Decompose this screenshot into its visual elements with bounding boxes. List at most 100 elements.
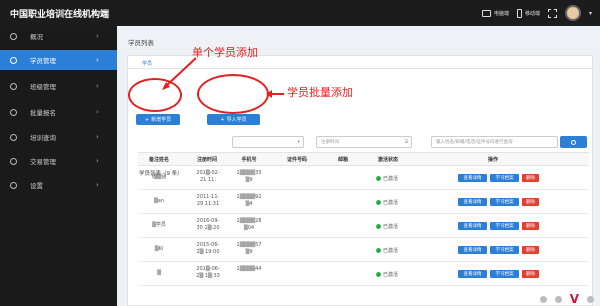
- search-input[interactable]: 输入姓名/邮箱/电话/证件号码进行查询: [431, 136, 558, 148]
- check-circle-icon: [376, 248, 381, 253]
- cell-date-line2: 21 11:: [200, 177, 216, 183]
- view-details-button[interactable]: 查看详情: [458, 222, 487, 230]
- chevron-down-icon[interactable]: ▾: [589, 10, 592, 17]
- trade-icon: [10, 157, 17, 165]
- cell-date-line2: 2▒ 19:00: [196, 249, 220, 255]
- chevron-right-icon: ›: [96, 157, 99, 165]
- delete-button[interactable]: 删除: [522, 198, 539, 206]
- sidebar-item-overview[interactable]: 概况 ›: [0, 26, 117, 46]
- pc-view-label: 电脑端: [493, 10, 509, 17]
- cell-phone-line2: ▒04: [243, 225, 255, 231]
- cell-phone: 1▒▒▒▒28 ▒04: [234, 218, 264, 232]
- study-record-button[interactable]: 学习档案: [490, 198, 519, 206]
- sidebar-item-settings[interactable]: 设置 ›: [0, 175, 117, 195]
- view-details-button[interactable]: 查看详情: [458, 198, 487, 206]
- cell-phone-line1: 1▒▒▒▒33: [236, 170, 262, 176]
- status-badge: 已激活: [376, 223, 398, 230]
- cell-date: 2016-09- 30 1▒:20: [190, 218, 226, 232]
- cell-date: 2015-06- 2▒ 19:00: [190, 242, 226, 256]
- status-badge: 已激活: [376, 271, 398, 278]
- col-actions: 操作: [487, 157, 498, 163]
- check-circle-icon: [376, 224, 381, 229]
- logo: V: [569, 292, 579, 306]
- col-name: 备注姓名: [148, 157, 169, 163]
- study-record-button[interactable]: 学习档案: [490, 174, 519, 182]
- cell-date-line2: 2▒ 1▒:33: [196, 273, 220, 279]
- table-row: ▒ 201▒-06- 2▒ 1▒:33 1▒▒▒▒44 已激活 查看详情 学习档案…: [138, 262, 589, 286]
- cell-date: 2011-11- 29 11:31: [190, 194, 226, 208]
- view-details-button[interactable]: 查看详情: [458, 246, 487, 254]
- mobile-view-label: 移动端: [524, 10, 540, 17]
- sidebar-item-trade-management[interactable]: 交易管理 ›: [0, 151, 117, 171]
- delete-button[interactable]: 删除: [522, 174, 539, 182]
- sidebar-item-training-query[interactable]: 培训查询 ›: [0, 127, 117, 147]
- sidebar-item-label: 班级管理: [30, 83, 56, 91]
- avatar[interactable]: [564, 5, 581, 21]
- check-circle-icon: [376, 200, 381, 205]
- fullscreen-icon[interactable]: [547, 8, 557, 18]
- check-circle-icon: [376, 176, 381, 181]
- study-record-button[interactable]: 学习档案: [490, 246, 519, 254]
- pc-view-link[interactable]: 电脑端: [481, 9, 509, 17]
- top-bar: 中国职业培训在线机构端 电脑端 移动端 ▾: [0, 0, 600, 26]
- sidebar-item-label: 交易管理: [30, 158, 56, 166]
- register-date-placeholder: 注册时间: [321, 140, 339, 145]
- watermark: V: [494, 292, 594, 306]
- cell-date-line1: 201▒-02-: [196, 170, 220, 176]
- mobile-view-link[interactable]: 移动端: [516, 8, 540, 18]
- import-students-button[interactable]: + 导入学员: [207, 114, 260, 125]
- cell-date-line1: 2015-06-: [196, 242, 220, 248]
- class-icon: [10, 82, 17, 90]
- cell-date-line2: 30 1▒:20: [196, 225, 220, 231]
- status-filter-select[interactable]: ▾: [232, 136, 304, 148]
- delete-button[interactable]: 删除: [522, 270, 539, 278]
- cell-phone-line1: 1▒▒▒▒44: [236, 266, 262, 272]
- view-details-button[interactable]: 查看详情: [458, 270, 487, 278]
- cell-date: 201▒-02- 21 11:: [190, 170, 226, 184]
- cell-phone: 1▒▒▒▒57 ▒9: [234, 242, 264, 256]
- user-icon: [554, 295, 562, 303]
- check-circle-icon: [376, 272, 381, 277]
- cell-phone-line2: ▒4: [245, 201, 253, 207]
- search-icon: [10, 133, 17, 141]
- delete-button[interactable]: 删除: [522, 246, 539, 254]
- import-students-label: 导入学员: [226, 117, 247, 123]
- cell-date-line1: 201▒-06-: [196, 266, 220, 272]
- sidebar-item-label: 批量报名: [30, 109, 56, 117]
- sidebar-item-student-management[interactable]: 学员管理 ›: [0, 50, 117, 70]
- col-activation-status: 激活状态: [377, 157, 398, 163]
- cell-name: f▒▒涵: [151, 174, 167, 180]
- sidebar-item-label: 概况: [30, 33, 43, 41]
- col-email: 邮箱: [337, 157, 348, 163]
- chevron-right-icon: ›: [96, 82, 99, 90]
- view-details-button[interactable]: 查看详情: [458, 174, 487, 182]
- sidebar-item-batch-enroll[interactable]: 批量报名 ›: [0, 102, 117, 122]
- sidebar-item-class-management[interactable]: 班级管理 ›: [0, 76, 117, 96]
- sidebar-item-label: 培训查询: [30, 134, 56, 142]
- cell-date-line2: 29 11:31: [196, 201, 220, 207]
- col-phone: 手机号: [241, 157, 257, 163]
- plus-icon: +: [220, 116, 225, 123]
- col-register-time: 注册时间: [196, 157, 217, 163]
- study-record-button[interactable]: 学习档案: [490, 222, 519, 230]
- sidebar: 概况 › 学员管理 › 班级管理 › 批量报名 › 培训查询 › 交易管理 › …: [0, 26, 117, 306]
- register-date-filter[interactable]: 注册时间 ⌸: [316, 136, 412, 148]
- search-placeholder: 输入姓名/邮箱/电话/证件号码进行查询: [436, 140, 513, 145]
- study-record-button[interactable]: 学习档案: [490, 270, 519, 278]
- delete-button[interactable]: 删除: [522, 222, 539, 230]
- cell-name: ▒an: [153, 198, 165, 204]
- annotation-batch-add: 学员批量添加: [287, 86, 353, 99]
- sidebar-item-label: 学员管理: [30, 57, 56, 65]
- status-badge: 已激活: [376, 175, 398, 182]
- table-row: f▒▒涵 201▒-02- 21 11: 1▒▒▒▒33 ▒9 已激活 查看详情 学…: [138, 166, 589, 190]
- chevron-right-icon: ›: [96, 133, 99, 141]
- cell-phone-line1: 1▒▒▒▒57: [236, 242, 262, 248]
- search-button[interactable]: [560, 136, 587, 148]
- chevron-right-icon: ›: [96, 32, 99, 40]
- cell-date: 201▒-06- 2▒ 1▒:33: [190, 266, 226, 280]
- main-content: 学员列表 学员 + 新增学员 + 导入学员 ▾ 注册时间 ⌸ 输入姓名/邮箱/电…: [117, 26, 600, 306]
- share-icon: [539, 295, 547, 303]
- annotation-circle-add: [128, 78, 182, 112]
- cell-phone: 1▒▒▒▒33 ▒9: [234, 170, 264, 184]
- add-student-button[interactable]: + 新增学员: [136, 114, 180, 125]
